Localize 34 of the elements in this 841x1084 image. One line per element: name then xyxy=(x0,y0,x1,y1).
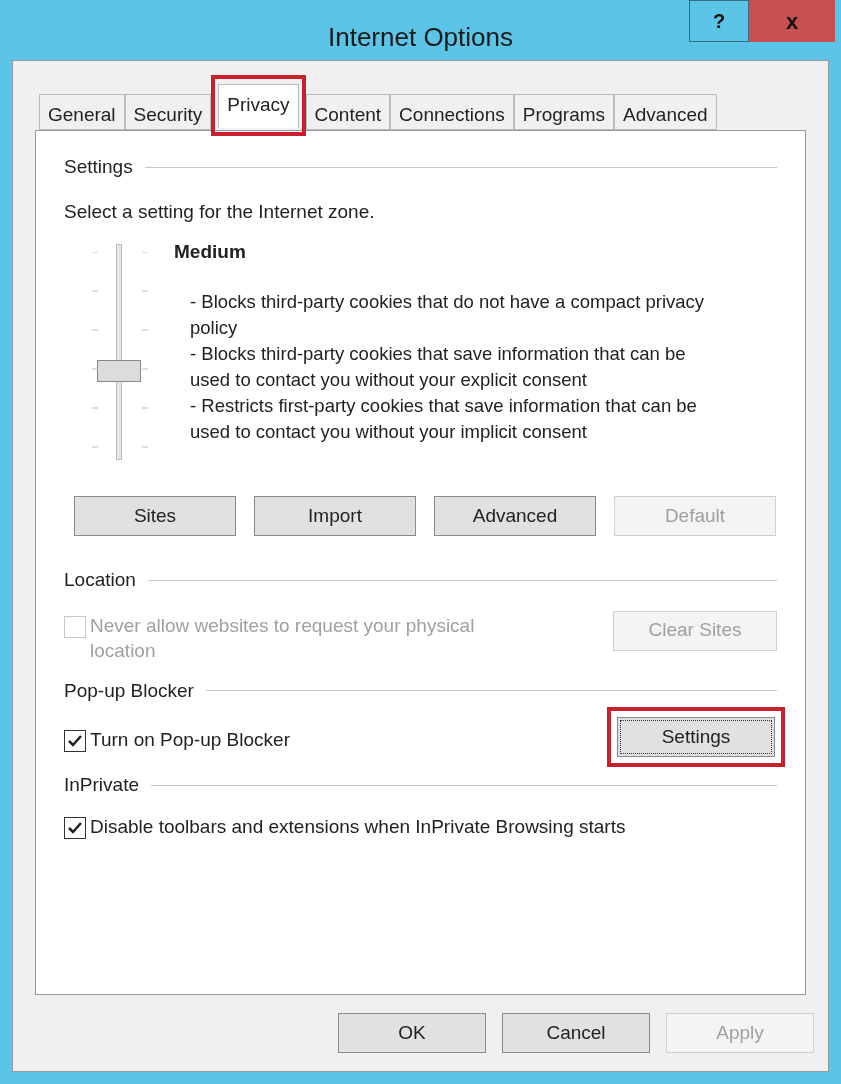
description-text: - Restricts first-party cookies that save information that can be used to contact you without your implicit consent xyxy=(190,393,698,444)
group-heading: Location xyxy=(64,568,136,592)
button[interactable]: Sites xyxy=(74,496,236,536)
group-heading: Settings xyxy=(64,155,133,179)
tab[interactable]: Programs xyxy=(513,94,615,130)
tab[interactable]: General xyxy=(39,94,125,130)
button[interactable]: Settings xyxy=(617,717,775,757)
tab[interactable]: Privacy xyxy=(218,84,299,128)
button[interactable]: OK xyxy=(338,1013,486,1053)
checkbox-label: Never allow websites to request your physical location xyxy=(90,613,476,663)
checkmark-icon xyxy=(67,820,83,835)
group-heading: InPrivate xyxy=(64,773,139,797)
level-name: Medium xyxy=(174,240,247,264)
tab[interactable]: Security xyxy=(124,94,212,130)
slider-thumb[interactable] xyxy=(97,360,141,383)
prompt-text: Select a setting for the Internet zone. xyxy=(64,199,376,224)
tab[interactable]: Connections xyxy=(390,94,514,130)
tab[interactable]: Advanced xyxy=(614,94,717,130)
checkmark-icon xyxy=(67,734,83,748)
description-text: - Blocks third-party cookies that do not have a compact privacy policy xyxy=(190,289,706,340)
group-heading: Pop-up Blocker xyxy=(64,678,194,703)
button[interactable]: Cancel xyxy=(502,1013,650,1053)
button[interactable]: Import xyxy=(254,496,416,536)
description-text: - Blocks third-party cookies that save information that can be used to contact you without your explicit consent xyxy=(190,341,687,392)
tab[interactable]: Content xyxy=(305,94,391,130)
checkbox-label: Disable toolbars and extensions when InPrivate Browsing starts xyxy=(90,814,626,839)
checkbox[interactable] xyxy=(64,730,86,752)
checkbox-label: Turn on Pop-up Blocker xyxy=(90,728,290,752)
help-button[interactable]: ? xyxy=(689,0,749,42)
slider-track[interactable] xyxy=(97,244,141,460)
window-title: Internet Options xyxy=(328,21,513,54)
close-button[interactable]: x xyxy=(749,0,835,42)
checkbox[interactable] xyxy=(64,816,86,839)
button[interactable]: Advanced xyxy=(434,496,596,536)
